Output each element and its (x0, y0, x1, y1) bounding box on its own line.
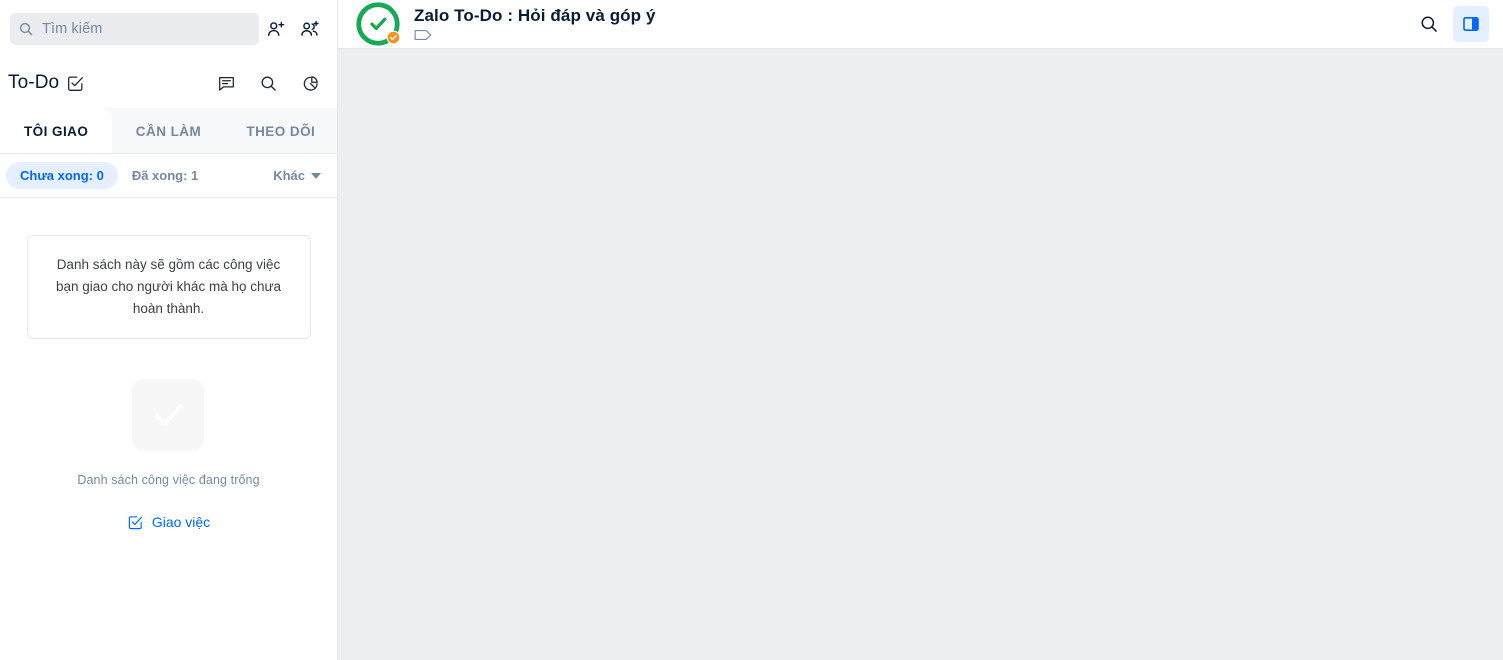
avatar[interactable] (356, 2, 401, 46)
conversation-pane: Zalo To-Do : Hỏi đáp và góp ý (338, 0, 1503, 660)
filter-chip-chua-xong[interactable]: Chưa xong: 0 (6, 162, 118, 189)
todo-filter-bar: Chưa xong: 0 Đã xong: 1 Khác (0, 154, 337, 198)
tab-can-lam[interactable]: CẦN LÀM (112, 108, 225, 154)
todo-list-body: Danh sách này sẽ gồm các công việc bạn g… (0, 198, 337, 660)
zalo-app-window: Tìm kiếm To-Do TÔI GIAO CẦN LÀM THEO DÕI… (0, 0, 1503, 660)
page-title: Zalo To-Do : Hỏi đáp và góp ý (414, 5, 656, 25)
filter-more-label: Khác (273, 168, 305, 183)
todo-empty-state: Danh sách công việc đang trống Giao việc (77, 378, 260, 531)
conversation-message-area (338, 49, 1503, 660)
filter-chip-label: Chưa xong: 0 (20, 168, 104, 183)
search-input[interactable]: Tìm kiếm (10, 13, 259, 45)
todo-notice-box: Danh sách này sẽ gồm các công việc bạn g… (26, 235, 311, 339)
filter-chip-da-xong[interactable]: Đã xong: 1 (118, 162, 212, 189)
assign-task-label: Giao việc (151, 514, 211, 531)
sidebar-search-row: Tìm kiếm (0, 0, 337, 58)
message-icon[interactable] (209, 66, 243, 100)
chart-pie-icon[interactable] (293, 66, 327, 100)
todo-checkbox-edit-icon[interactable] (66, 74, 85, 93)
tab-theo-doi[interactable]: THEO DÕI (224, 108, 337, 154)
empty-state-label: Danh sách công việc đang trống (77, 472, 260, 487)
assign-task-button[interactable]: Giao việc (127, 514, 210, 531)
search-placeholder: Tìm kiếm (42, 21, 103, 37)
conversation-title-block: Zalo To-Do : Hỏi đáp và góp ý (414, 5, 656, 43)
tab-label: CẦN LÀM (135, 123, 202, 139)
todo-tabs: TÔI GIAO CẦN LÀM THEO DÕI (0, 108, 337, 154)
filter-more-dropdown[interactable]: Khác (273, 168, 325, 183)
conversation-header: Zalo To-Do : Hỏi đáp và góp ý (338, 0, 1503, 49)
conversation-actions (1411, 6, 1489, 42)
todo-notice-text: Danh sách này sẽ gồm các công việc bạn g… (55, 257, 282, 316)
info-panel-icon[interactable] (1453, 6, 1489, 42)
todo-header: To-Do (0, 58, 337, 108)
tab-toi-giao[interactable]: TÔI GIAO (0, 108, 113, 154)
check-icon (154, 403, 183, 426)
tag-icon[interactable] (414, 28, 434, 42)
todo-checkbox-edit-icon (127, 514, 144, 531)
empty-state-illustration (132, 378, 205, 451)
tabs-divider (0, 153, 337, 154)
add-group-icon[interactable] (293, 12, 327, 46)
left-sidebar: Tìm kiếm To-Do TÔI GIAO CẦN LÀM THEO DÕI… (0, 0, 338, 660)
verified-badge-icon (386, 30, 401, 45)
tab-label: TÔI GIAO (23, 123, 89, 139)
search-icon (18, 21, 34, 37)
chevron-down-icon (311, 172, 321, 179)
todo-title-text: To-Do (8, 72, 60, 93)
search-icon[interactable] (1411, 6, 1447, 42)
search-icon[interactable] (251, 66, 285, 100)
todo-panel-title: To-Do (8, 72, 85, 94)
tab-label: THEO DÕI (246, 123, 316, 139)
add-friend-icon[interactable] (259, 12, 293, 46)
conversation-subtitle (414, 27, 656, 43)
filter-chip-label: Đã xong: 1 (131, 168, 199, 183)
todo-header-actions (209, 66, 327, 100)
